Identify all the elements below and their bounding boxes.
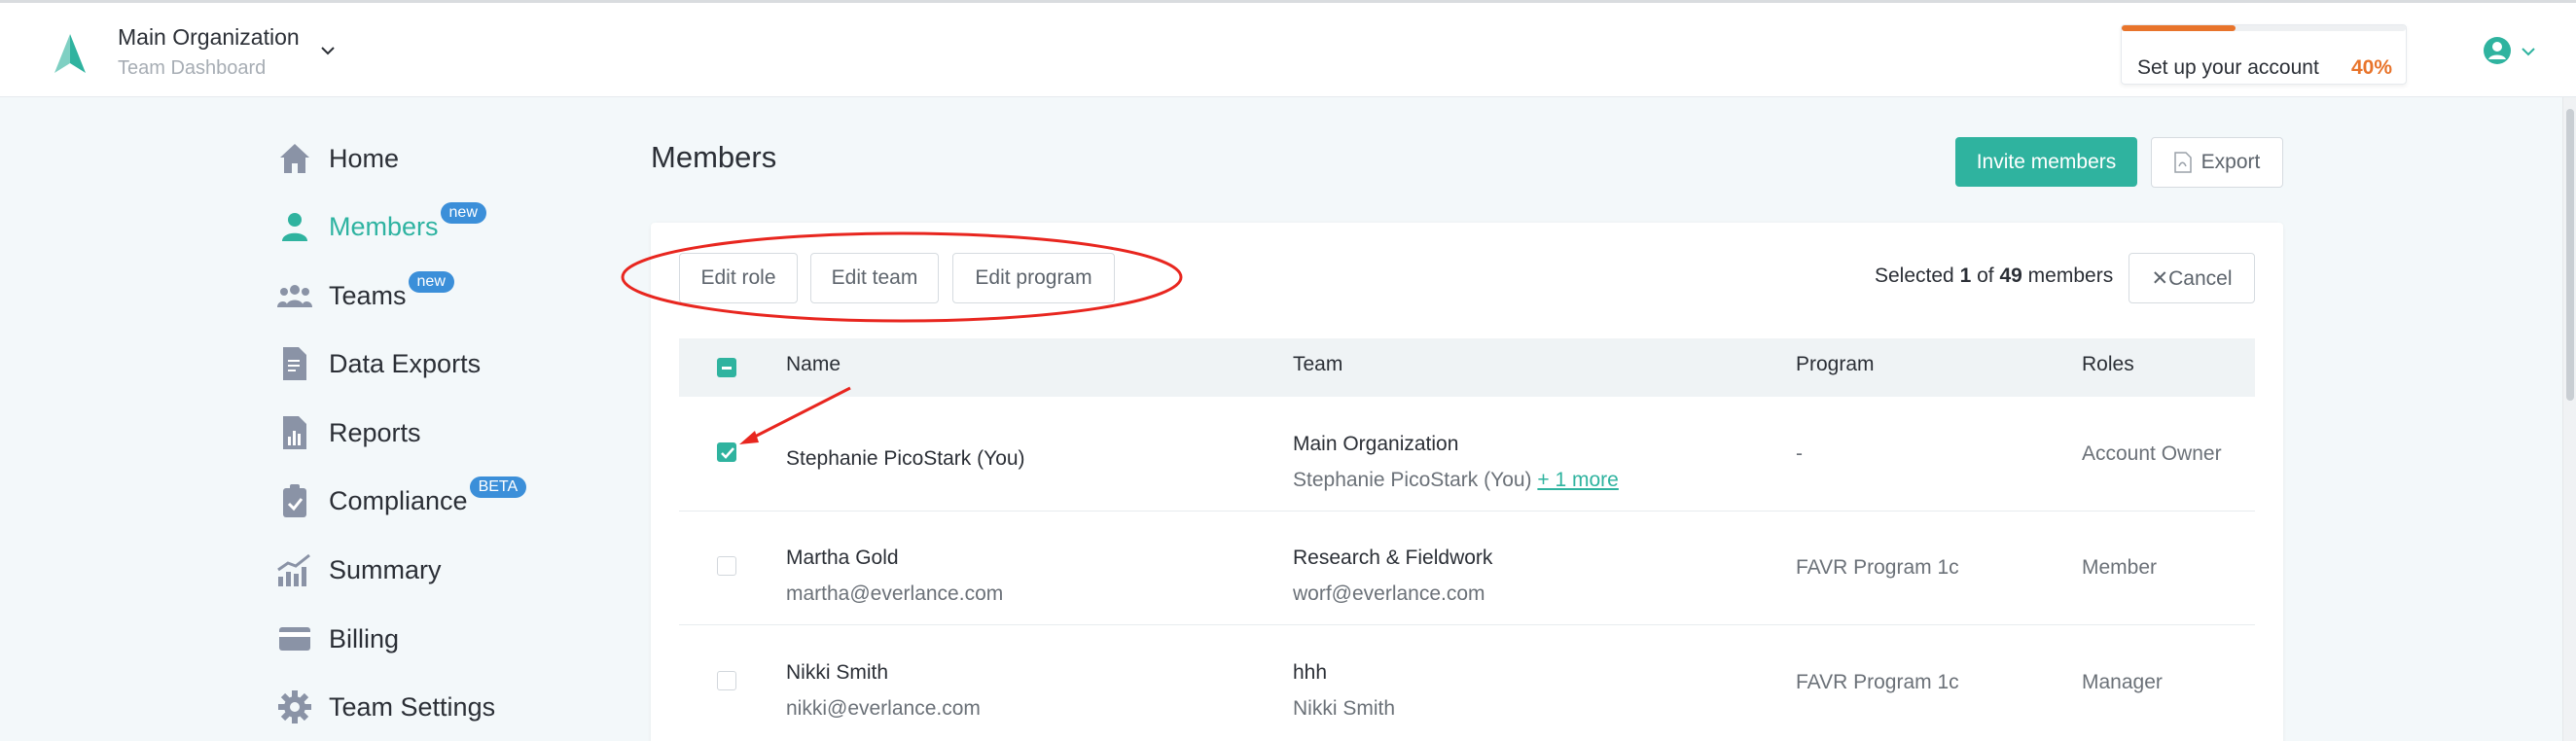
column-header-team[interactable]: Team xyxy=(1293,353,1342,376)
selection-summary: Selected 1 of 49 members xyxy=(1875,265,2114,287)
sidebar-item-summary[interactable]: Summary xyxy=(276,546,568,594)
logo-icon[interactable] xyxy=(51,32,89,75)
sidebar-item-members[interactable]: Members new xyxy=(276,202,568,251)
check-icon xyxy=(721,447,734,459)
users-icon xyxy=(276,277,313,314)
sidebar-item-teams[interactable]: Teams new xyxy=(276,271,568,320)
home-icon xyxy=(276,140,313,177)
beta-badge: BETA xyxy=(469,476,527,498)
member-program: FAVR Program 1c xyxy=(1796,556,1959,579)
org-subtitle: Team Dashboard xyxy=(118,57,267,79)
org-name[interactable]: Main Organization xyxy=(118,24,300,51)
new-badge: new xyxy=(440,202,486,224)
setup-percent: 40% xyxy=(2350,56,2392,79)
row-checkbox[interactable] xyxy=(717,671,736,690)
sidebar-item-compliance[interactable]: Compliance BETA xyxy=(276,476,568,525)
member-email: martha@everlance.com xyxy=(786,582,1004,605)
member-team-sub: Nikki Smith xyxy=(1293,697,1396,720)
member-role: Member xyxy=(2082,556,2158,579)
sidebar-item-label: Data Exports xyxy=(329,348,482,378)
sidebar-item-label: Teams xyxy=(329,280,407,310)
member-name[interactable]: Martha Gold xyxy=(786,547,899,570)
sidebar-item-label: Compliance xyxy=(329,485,468,515)
row-divider xyxy=(679,624,2255,625)
new-badge: new xyxy=(408,271,454,293)
setup-progress-track xyxy=(2122,25,2406,31)
account-avatar-icon[interactable] xyxy=(2483,36,2512,65)
scrollbar-thumb[interactable] xyxy=(2566,109,2574,401)
chevron-down-icon[interactable] xyxy=(319,44,337,57)
setup-progress-fill xyxy=(2122,25,2236,31)
chevron-down-icon[interactable] xyxy=(2521,46,2536,57)
sidebar-item-home[interactable]: Home xyxy=(276,134,568,183)
edit-team-button[interactable]: Edit team xyxy=(810,253,939,303)
scrollbar[interactable] xyxy=(2562,97,2576,741)
cancel-selection-button[interactable]: ✕Cancel xyxy=(2129,253,2255,303)
member-team: Research & Fieldwork xyxy=(1293,547,1493,569)
member-team: Main Organization xyxy=(1293,433,1459,455)
sidebar-item-reports[interactable]: Reports xyxy=(276,408,568,457)
member-role: Account Owner xyxy=(2082,442,2222,465)
invite-members-button[interactable]: Invite members xyxy=(1955,137,2137,187)
column-header-roles[interactable]: Roles xyxy=(2082,353,2134,376)
sidebar-item-billing[interactable]: Billing xyxy=(276,615,568,663)
top-bar: Main Organization Team Dashboard Set up … xyxy=(0,0,2576,97)
bar-chart-icon xyxy=(276,414,313,451)
row-checkbox[interactable] xyxy=(717,556,736,576)
member-team-sub: Stephanie PicoStark (You) + 1 more xyxy=(1293,469,1619,491)
clipboard-check-icon xyxy=(276,482,313,519)
page-title: Members xyxy=(651,140,777,174)
edit-program-button[interactable]: Edit program xyxy=(952,253,1115,303)
select-all-checkbox[interactable] xyxy=(717,358,736,377)
cancel-label: Cancel xyxy=(2168,266,2233,290)
credit-card-icon xyxy=(276,620,313,657)
member-name[interactable]: Stephanie PicoStark (You) xyxy=(786,447,1025,471)
export-button[interactable]: Export xyxy=(2151,137,2283,188)
more-teams-link[interactable]: + 1 more xyxy=(1537,469,1618,491)
member-program: FAVR Program 1c xyxy=(1796,671,1959,693)
sidebar-item-label: Team Settings xyxy=(329,691,496,722)
setup-account-widget[interactable]: Set up your account 40% xyxy=(2121,24,2407,85)
sidebar-item-label: Reports xyxy=(329,417,421,447)
document-export-icon xyxy=(276,345,313,382)
column-header-name[interactable]: Name xyxy=(786,353,841,376)
member-team: hhh xyxy=(1293,661,1328,684)
row-checkbox[interactable] xyxy=(717,442,736,462)
row-divider xyxy=(679,511,2255,512)
sidebar-item-label: Summary xyxy=(329,554,442,584)
table-header xyxy=(679,338,2255,397)
close-icon: ✕ xyxy=(2151,266,2169,290)
export-label: Export xyxy=(2200,151,2261,173)
sidebar-item-team-settings[interactable]: Team Settings xyxy=(276,683,568,731)
trend-chart-icon xyxy=(276,551,313,588)
sidebar-item-label: Home xyxy=(329,143,400,173)
gear-icon xyxy=(276,688,313,725)
column-header-program[interactable]: Program xyxy=(1796,353,1875,376)
sidebar-item-label: Billing xyxy=(329,623,400,653)
member-team-sub: worf@everlance.com xyxy=(1293,582,1485,605)
member-program: - xyxy=(1796,442,1803,465)
user-icon xyxy=(276,208,313,245)
setup-label: Set up your account xyxy=(2137,56,2319,79)
sidebar-item-label: Members xyxy=(329,211,439,241)
member-name[interactable]: Nikki Smith xyxy=(786,661,888,685)
member-email: nikki@everlance.com xyxy=(786,697,981,720)
edit-role-button[interactable]: Edit role xyxy=(679,253,798,303)
sidebar-item-data-exports[interactable]: Data Exports xyxy=(276,339,568,388)
member-role: Manager xyxy=(2082,671,2163,693)
pdf-file-icon xyxy=(2173,152,2192,173)
